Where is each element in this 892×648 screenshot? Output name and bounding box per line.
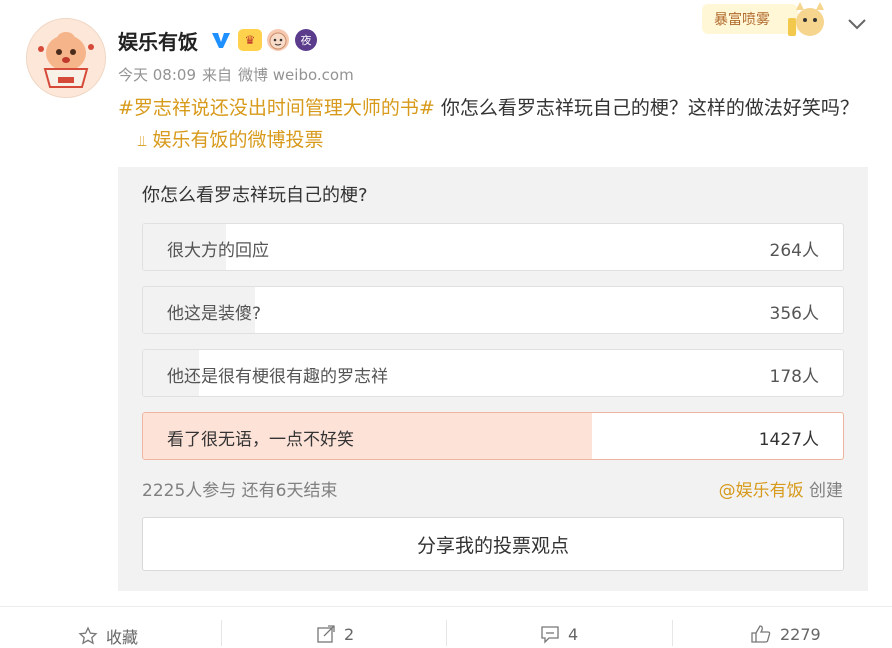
repost-icon	[317, 625, 335, 643]
favorite-label: 收藏	[106, 628, 139, 647]
chart-icon: ⫫	[138, 132, 147, 150]
footer-separator	[446, 620, 447, 646]
decor-sticker: 暴富喷雾	[700, 0, 840, 42]
post-text: 你怎么看罗志祥玩自己的梗？这样的做法好笑吗？	[434, 97, 859, 119]
footer-divider	[0, 606, 892, 607]
avatar-illustration	[27, 19, 105, 97]
post-content: #罗志祥说还没出时间管理大师的书# 你怎么看罗志祥玩自己的梗？这样的做法好笑吗？…	[118, 92, 868, 157]
face-icon[interactable]	[267, 29, 289, 51]
crown-icon[interactable]: ♛	[238, 29, 262, 51]
poll-option-count: 264人	[769, 241, 819, 261]
comment-button[interactable]: 4	[540, 624, 578, 644]
like-count: 2279	[780, 624, 821, 644]
poll-creator: @娱乐有饭 创建	[719, 476, 843, 501]
poll-option-selected[interactable]: 看了很无语，一点不好笑 1427人	[142, 412, 844, 460]
poll-option[interactable]: 很大方的回应 264人	[142, 223, 844, 271]
poll-option-label: 他还是很有梗很有趣的罗志祥	[167, 367, 388, 387]
poll-option-count: 356人	[769, 304, 819, 324]
post-source[interactable]: 微博 weibo.com	[238, 66, 354, 84]
post-time[interactable]: 今天 08:09	[118, 66, 196, 84]
repost-button[interactable]: 2	[316, 624, 354, 644]
decor-text: 暴富喷雾	[714, 12, 770, 28]
favorite-button[interactable]: 收藏	[78, 624, 138, 648]
poll-option-label: 很大方的回应	[167, 241, 269, 261]
like-button[interactable]: 2279	[750, 624, 821, 644]
poll-option-label: 看了很无语，一点不好笑	[167, 430, 354, 450]
vote-link-label: 娱乐有饭的微博投票	[152, 129, 324, 151]
poll-option-label: 他这是装傻?	[167, 304, 262, 324]
night-badge-icon[interactable]: 夜	[295, 29, 317, 51]
creator-suffix: 创建	[809, 481, 843, 501]
avatar[interactable]	[26, 18, 106, 98]
vote-link[interactable]: ⫫ 娱乐有饭的微博投票	[138, 129, 324, 151]
share-vote-button[interactable]: 分享我的投票观点	[142, 517, 844, 571]
comment-count: 4	[568, 624, 579, 644]
creator-link[interactable]: @娱乐有饭	[719, 481, 804, 501]
poll-option[interactable]: 他这是装傻? 356人	[142, 286, 844, 334]
footer-separator	[672, 620, 673, 646]
poll-stats: 2225人参与 还有6天结束	[142, 481, 338, 501]
poll-option-count: 178人	[769, 367, 819, 387]
repost-count: 2	[344, 624, 355, 644]
chevron-down-icon[interactable]	[846, 16, 868, 36]
footer-separator	[221, 620, 222, 646]
post-meta: 今天 08:09 来自 微博 weibo.com	[118, 64, 360, 85]
username[interactable]: 娱乐有饭	[118, 26, 198, 55]
poll-option-count: 1427人	[758, 430, 819, 450]
hashtag-link[interactable]: #罗志祥说还没出时间管理大师的书#	[118, 97, 435, 119]
star-icon	[78, 626, 98, 645]
verified-icon[interactable]	[210, 29, 232, 51]
poll-question: 你怎么看罗志祥玩自己的梗?	[142, 185, 368, 206]
comment-icon	[541, 626, 559, 644]
source-prefix: 来自	[202, 66, 233, 84]
thumbs-up-icon	[751, 625, 771, 643]
poll-option[interactable]: 他还是很有梗很有趣的罗志祥 178人	[142, 349, 844, 397]
